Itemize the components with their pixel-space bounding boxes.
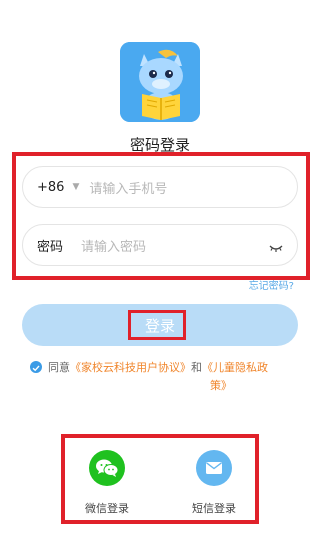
user-agreement-link[interactable]: 《家校云科技用户协议》 — [70, 361, 191, 374]
check-icon — [32, 365, 40, 372]
privacy-policy-link-continued[interactable]: 策》 — [210, 376, 232, 395]
agreement-and: 和 — [191, 361, 202, 374]
highlight-box-form — [12, 152, 310, 280]
app-logo — [120, 42, 200, 122]
highlight-box-social — [61, 434, 259, 524]
agreement-checkbox[interactable] — [30, 361, 42, 373]
agreement-prefix: 同意 — [48, 361, 70, 374]
privacy-policy-link[interactable]: 《儿童隐私政 — [202, 361, 268, 374]
highlight-box-login — [128, 310, 186, 340]
